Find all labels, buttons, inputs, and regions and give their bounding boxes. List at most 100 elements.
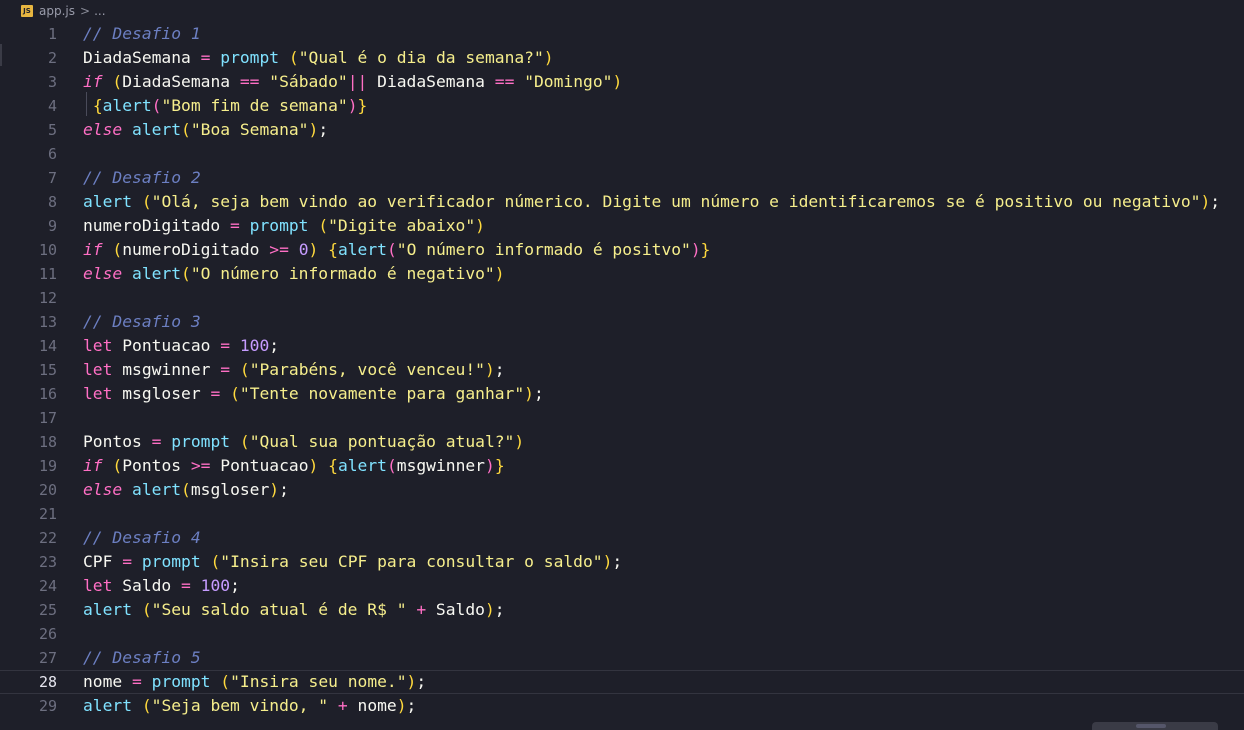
code-line[interactable]: 26 — [0, 622, 1244, 646]
code-line[interactable]: 18 Pontos = prompt ("Qual sua pontuação a… — [0, 430, 1244, 454]
code-line[interactable]: 29 alert ("Seja bem vindo, " + nome); — [0, 694, 1244, 718]
code-token: // Desafio 3 — [83, 312, 201, 331]
code-text[interactable]: else alert(msgloser); — [83, 478, 289, 502]
code-text[interactable]: if (DiadaSemana == "Sábado"|| DiadaSeman… — [83, 70, 622, 94]
code-token: "Seu saldo atual é de R$ " — [151, 600, 407, 619]
code-text[interactable]: else alert("Boa Semana"); — [83, 118, 328, 142]
line-number: 17 — [38, 409, 57, 427]
code-line[interactable]: 13 // Desafio 3 — [0, 310, 1244, 334]
line-number: 15 — [38, 361, 57, 379]
chevron-right-icon: > — [80, 4, 91, 18]
code-line[interactable]: 17 — [0, 406, 1244, 430]
code-text[interactable]: CPF = prompt ("Insira seu CPF para consu… — [83, 550, 622, 574]
code-token: ( — [112, 240, 123, 259]
code-token: msgwinner — [112, 360, 221, 379]
code-text[interactable]: if (numeroDigitado >= 0) {alert("O númer… — [83, 238, 710, 262]
code-text[interactable]: let Pontuacao = 100; — [83, 334, 279, 358]
code-editor[interactable]: 1// Desafio 1 2 DiadaSemana = prompt ("Qua… — [0, 22, 1244, 730]
code-text[interactable]: let msgwinner = ("Parabéns, você venceu!… — [83, 358, 505, 382]
code-token: ( — [141, 600, 152, 619]
code-text[interactable]: numeroDigitado = prompt ("Digite abaixo"… — [83, 214, 485, 238]
breadcrumb-more[interactable]: ... — [94, 4, 105, 18]
code-token: alert — [132, 480, 182, 499]
code-text[interactable]: // Desafio 5 — [83, 646, 201, 670]
code-text[interactable]: else alert("O número informado é negativ… — [83, 262, 505, 286]
code-token: if — [83, 240, 103, 259]
code-line[interactable]: 16 let msgloser = ("Tente novamente para … — [0, 382, 1244, 406]
code-token: "Insira seu CPF para consultar o saldo" — [220, 552, 603, 571]
code-token: ) — [494, 264, 505, 283]
code-text[interactable]: Pontos = prompt ("Qual sua pontuação atu… — [83, 430, 524, 454]
code-line[interactable]: 25 alert ("Seu saldo atual é de R$ " + Sa… — [0, 598, 1244, 622]
code-text[interactable]: // Desafio 1 — [83, 22, 201, 46]
scrollbar-thumb[interactable] — [1136, 724, 1166, 728]
code-token: ) — [690, 240, 701, 259]
code-line[interactable]: 19 if (Pontos >= Pontuacao) {alert(msgwin… — [0, 454, 1244, 478]
code-line[interactable]: 3 if (DiadaSemana == "Sábado"|| DiadaSema… — [0, 70, 1244, 94]
line-number: 4 — [47, 97, 57, 115]
code-text[interactable]: DiadaSemana = prompt ("Qual é o dia da s… — [83, 46, 554, 70]
code-line[interactable]: 12 — [0, 286, 1244, 310]
code-line[interactable]: 21 — [0, 502, 1244, 526]
code-text[interactable]: let Saldo = 100; — [83, 574, 240, 598]
code-token: msgloser — [190, 480, 270, 499]
code-token: = — [210, 384, 221, 403]
code-line[interactable]: 24 let Saldo = 100; — [0, 574, 1244, 598]
code-token: if — [83, 72, 103, 91]
code-line[interactable]: 11 else alert("O número informado é negat… — [0, 262, 1244, 286]
code-line[interactable]: 9 numeroDigitado = prompt ("Digite abaixo… — [0, 214, 1244, 238]
code-text[interactable]: alert ("Olá, seja bem vindo ao verificad… — [83, 190, 1220, 214]
line-number: 3 — [47, 73, 57, 91]
code-text[interactable]: // Desafio 2 — [83, 166, 201, 190]
code-line[interactable]: 22 // Desafio 4 — [0, 526, 1244, 550]
code-token: // Desafio 2 — [83, 168, 201, 187]
code-line[interactable]: 10 if (numeroDigitado >= 0) {alert("O núm… — [0, 238, 1244, 262]
code-token: { — [92, 96, 103, 115]
code-token: msgloser — [112, 384, 211, 403]
horizontal-scrollbar[interactable] — [1092, 722, 1218, 730]
line-number: 5 — [47, 121, 57, 139]
code-token: ( — [112, 456, 123, 475]
code-text[interactable]: alert ("Seja bem vindo, " + nome); — [83, 694, 416, 718]
breadcrumb-file[interactable]: app.js — [39, 4, 75, 18]
code-line[interactable]: 4 {alert("Bom fim de semana")} — [0, 94, 1244, 118]
code-line[interactable]: 28 nome = prompt ("Insira seu nome."); — [0, 670, 1244, 694]
code-line[interactable]: 8 alert ("Olá, seja bem vindo ao verifica… — [0, 190, 1244, 214]
code-line[interactable]: 7 // Desafio 2 — [0, 166, 1244, 190]
code-text[interactable]: // Desafio 3 — [83, 310, 201, 334]
code-token: ( — [220, 672, 231, 691]
code-line[interactable]: 20 else alert(msgloser); — [0, 478, 1244, 502]
line-number: 11 — [38, 265, 57, 283]
code-line[interactable]: 27 // Desafio 5 — [0, 646, 1244, 670]
code-line[interactable]: 14 let Pontuacao = 100; — [0, 334, 1244, 358]
code-line[interactable]: 6 — [0, 142, 1244, 166]
code-token: "Seja bem vindo, " — [151, 696, 329, 715]
breadcrumb: JS app.js > ... — [0, 0, 1244, 22]
code-text[interactable]: {alert("Bom fim de semana")} — [83, 94, 368, 118]
code-text[interactable]: let msgloser = ("Tente novamente para ga… — [83, 382, 544, 406]
code-text[interactable]: alert ("Seu saldo atual é de R$ " + Sald… — [83, 598, 505, 622]
code-token: = — [220, 336, 231, 355]
code-line[interactable]: 23 CPF = prompt ("Insira seu CPF para con… — [0, 550, 1244, 574]
code-token: ( — [181, 480, 191, 499]
line-number: 9 — [47, 217, 57, 235]
code-text[interactable]: nome = prompt ("Insira seu nome."); — [83, 671, 426, 693]
code-line[interactable]: 1 // Desafio 1 — [0, 22, 1244, 46]
code-text[interactable]: // Desafio 4 — [83, 526, 201, 550]
code-line[interactable]: 15 let msgwinner = ("Parabéns, você vence… — [0, 358, 1244, 382]
code-line[interactable]: 5 else alert("Boa Semana"); — [0, 118, 1244, 142]
code-token: = — [200, 48, 211, 67]
code-token: // Desafio 5 — [83, 648, 201, 667]
code-line[interactable]: 2 DiadaSemana = prompt ("Qual é o dia da … — [0, 46, 1244, 70]
code-token: Saldo — [112, 576, 182, 595]
code-text[interactable]: if (Pontos >= Pontuacao) {alert(msgwinne… — [83, 454, 505, 478]
